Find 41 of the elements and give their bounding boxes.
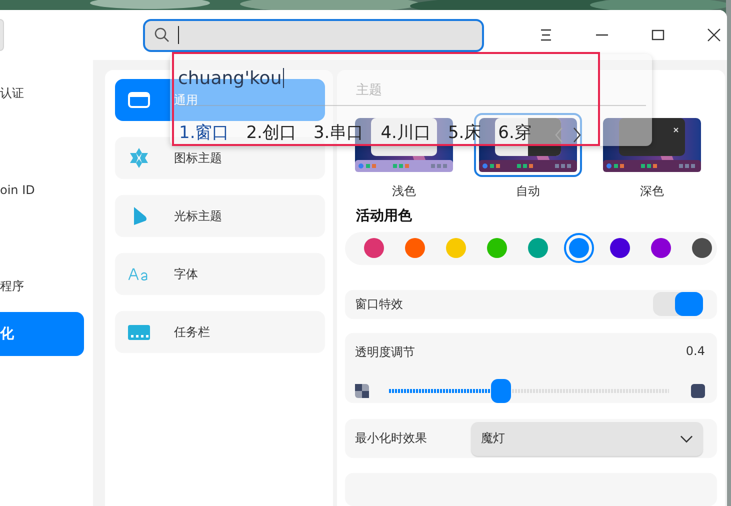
toggle-switch[interactable] — [653, 292, 703, 316]
sidebar-item[interactable]: 化 — [0, 312, 84, 356]
section-heading: 主题 — [355, 82, 383, 99]
menu-icon[interactable] — [539, 28, 553, 42]
section-heading: 活动用色 — [355, 207, 413, 225]
theme-label: 深色 — [640, 183, 664, 200]
theme-label: 浅色 — [392, 183, 416, 200]
setting-label: 最小化时效果 — [355, 430, 427, 448]
slider-value: 0.4 — [686, 344, 705, 360]
color-swatch[interactable] — [528, 238, 548, 258]
text-cursor — [178, 26, 179, 44]
search-icon — [154, 27, 170, 43]
snowflake-icon — [128, 147, 150, 169]
search-field[interactable] — [142, 18, 484, 52]
sidebar-item[interactable]: oin ID — [0, 168, 84, 212]
color-swatch[interactable] — [610, 238, 630, 258]
category-item[interactable]: 光标主题 — [115, 195, 325, 237]
category-item[interactable]: 任务栏 — [115, 311, 325, 353]
color-swatch[interactable] — [364, 238, 384, 258]
color-swatch[interactable] — [651, 238, 671, 258]
color-swatch[interactable] — [487, 238, 507, 258]
sidebar-item[interactable]: 认证 — [0, 71, 84, 115]
opaque-icon — [691, 384, 705, 398]
close-icon[interactable] — [707, 28, 721, 42]
dropdown[interactable]: 魔灯 — [471, 422, 703, 456]
transparent-icon — [355, 384, 369, 398]
sidebar-item[interactable]: 程序 — [0, 264, 84, 308]
next-page-icon[interactable] — [573, 127, 582, 143]
window-icon — [128, 89, 150, 111]
chevron-down-icon — [680, 434, 693, 443]
color-swatch[interactable] — [405, 238, 425, 258]
text-cursor — [282, 68, 284, 88]
category-item[interactable]: 字体 — [115, 253, 325, 295]
setting-label: 透明度调节 — [355, 344, 415, 362]
color-swatch[interactable] — [446, 238, 466, 258]
color-swatch[interactable] — [569, 238, 589, 258]
theme-label: 自动 — [516, 183, 540, 200]
color-swatch[interactable] — [692, 238, 712, 258]
slider-handle[interactable] — [491, 379, 511, 404]
setting-label: 窗口特效 — [355, 296, 403, 313]
maximize-icon[interactable] — [651, 28, 665, 42]
